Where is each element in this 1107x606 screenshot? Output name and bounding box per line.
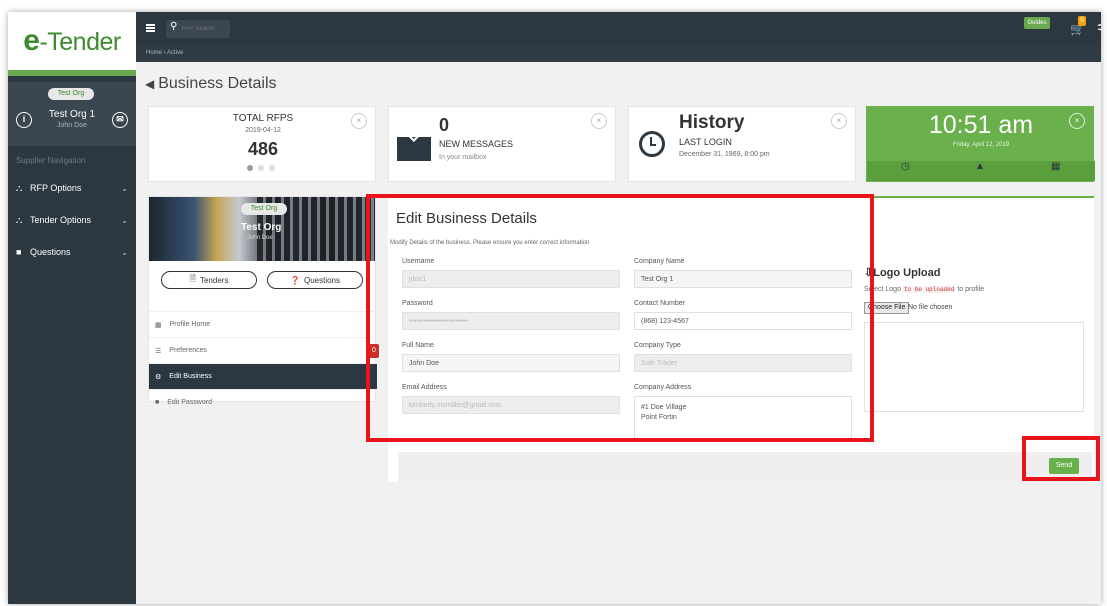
- messages-count: 0: [439, 115, 450, 135]
- carousel-dots[interactable]: [247, 165, 275, 171]
- menu-label: Preferences: [169, 347, 208, 354]
- rfps-count: 486: [247, 139, 279, 159]
- page-title: ◀ Business Details: [145, 75, 277, 93]
- menu-label: Profile Home: [169, 321, 211, 328]
- logo-desc-suffix: to profile: [957, 286, 985, 293]
- chevron-down-icon: ⌄: [121, 183, 128, 193]
- menu-profile-home[interactable]: ▦ Profile Home: [149, 311, 377, 337]
- questions-button-label: Questions: [303, 275, 340, 285]
- profile-org-logo: Test Org: [241, 203, 287, 215]
- folder-icon: ■: [155, 399, 160, 406]
- breadcrumb[interactable]: Home › Active: [146, 50, 183, 56]
- sidebar-item-tender-options[interactable]: ⛬ Tender Options ⌄: [8, 206, 136, 234]
- document-icon: 🗎: [189, 274, 196, 283]
- close-icon[interactable]: ×: [591, 113, 607, 129]
- close-icon[interactable]: ×: [831, 113, 847, 129]
- highlight-edit-business-box: [366, 194, 874, 442]
- sidebar-item-label: RFP Options: [30, 183, 82, 193]
- org-logo: Test Org: [48, 88, 94, 100]
- logo-prefix: e: [23, 24, 40, 57]
- search-input[interactable]: [182, 23, 228, 35]
- rfps-date: 2019-04-12: [245, 127, 281, 134]
- logo-area[interactable]: e-Tender: [8, 12, 136, 76]
- messages-sub: In your mailbox: [439, 154, 487, 161]
- highlight-send-button-box: [1022, 436, 1100, 481]
- profile-panel: Test Org Test Org John Doe 🗎 Tenders ❓ Q…: [148, 196, 379, 406]
- nav-section-title: Supplier Navigation: [16, 156, 86, 165]
- logout-icon[interactable]: ➲: [1096, 22, 1101, 33]
- tenders-button-label: Tenders: [199, 275, 229, 285]
- clock-card: 10:51 am Friday, April 12, 2019 ◷ ▲ ▦ ×: [866, 106, 1095, 182]
- message-icon[interactable]: ✉: [112, 112, 128, 128]
- last-login-label: LAST LOGIN: [679, 137, 732, 147]
- messages-card: 0 NEW MESSAGES In your mailbox ×: [388, 106, 616, 182]
- logo-upload-description: Select Logo to be uploaded to profile: [864, 286, 984, 293]
- page-title-text: Business Details: [158, 75, 277, 92]
- sidebar-item-label: Questions: [30, 247, 71, 257]
- clock-small-icon[interactable]: ◷: [901, 161, 910, 172]
- menu-icon[interactable]: [146, 24, 155, 32]
- menu-edit-business[interactable]: ⚙ Edit Business: [149, 363, 377, 389]
- no-file-label: No file chosen: [908, 304, 953, 311]
- top-bar: ⚲ Guides 🛒 0 ➲: [136, 12, 1101, 46]
- sidebar: e-Tender Test Org i Test Org 1 John Doe …: [8, 12, 136, 604]
- logo-text: Tender: [47, 28, 121, 56]
- menu-label: Edit Business: [169, 373, 212, 380]
- close-icon[interactable]: ×: [351, 113, 367, 129]
- last-login-date: December 31, 1969, 8:00 pm: [679, 151, 770, 158]
- back-circle-icon[interactable]: ◀: [145, 77, 154, 91]
- envelope-icon: [397, 137, 431, 161]
- sidebar-item-rfp-options[interactable]: ⛬ RFP Options ⌄: [8, 174, 136, 202]
- sidebar-item-label: Tender Options: [30, 215, 92, 225]
- current-date: Friday, April 12, 2019: [952, 142, 1010, 148]
- form-footer: [398, 452, 1092, 482]
- logo-desc-code: to be uploaded: [902, 286, 956, 293]
- guides-button[interactable]: Guides: [1024, 17, 1050, 29]
- tender-icon: ⛬: [16, 214, 23, 225]
- chevron-down-icon: ⌄: [121, 247, 128, 257]
- profile-user: John Doe: [247, 235, 273, 241]
- sidebar-item-questions[interactable]: ■ Questions ⌄: [8, 238, 136, 266]
- logo-upload-title: ⇩Logo Upload: [864, 266, 940, 279]
- question-icon: ❓: [290, 275, 300, 285]
- rfps-title: TOTAL RFPS: [232, 113, 294, 124]
- cart-badge: 0: [1078, 16, 1086, 26]
- chevron-down-icon: ⌄: [121, 215, 128, 225]
- chart-icon: ▦: [155, 321, 162, 329]
- logo-upload-title-text: Logo Upload: [873, 267, 941, 279]
- etender-logo: e-Tender: [23, 24, 121, 58]
- gear-icon: ⚙: [155, 373, 162, 381]
- menu-label: Edit Password: [167, 399, 212, 406]
- close-icon[interactable]: ×: [1069, 113, 1085, 129]
- bell-icon[interactable]: ▲: [975, 161, 985, 172]
- search-box[interactable]: ⚲: [166, 20, 230, 38]
- breadcrumb-bar: Home › Active: [136, 46, 1101, 62]
- org-summary: Test Org i Test Org 1 John Doe ✉: [8, 82, 136, 146]
- clock-icon: [639, 131, 665, 157]
- history-title: History: [679, 112, 745, 133]
- messages-label: NEW MESSAGES: [439, 139, 514, 149]
- profile-name: Test Org: [241, 222, 282, 233]
- tenders-button[interactable]: 🗎 Tenders: [161, 271, 257, 289]
- menu-edit-password[interactable]: ■ Edit Password: [149, 389, 377, 415]
- rfp-icon: ⛬: [16, 182, 23, 193]
- menu-preferences[interactable]: ☰ Preferences 0: [149, 337, 379, 363]
- calendar-icon[interactable]: ▦: [1051, 161, 1060, 172]
- logo-preview-box[interactable]: [864, 322, 1084, 412]
- history-card: History LAST LOGIN December 31, 1969, 8:…: [628, 106, 856, 182]
- questions-button[interactable]: ❓ Questions: [267, 271, 363, 289]
- preferences-icon: ☰: [155, 347, 162, 355]
- current-time: 10:51 am: [928, 111, 1034, 139]
- questions-icon: ■: [16, 247, 22, 257]
- search-icon: ⚲: [170, 21, 178, 32]
- total-rfps-card: TOTAL RFPS 2019-04-12 486 ×: [148, 106, 376, 182]
- profile-banner: Test Org Test Org John Doe: [149, 197, 375, 261]
